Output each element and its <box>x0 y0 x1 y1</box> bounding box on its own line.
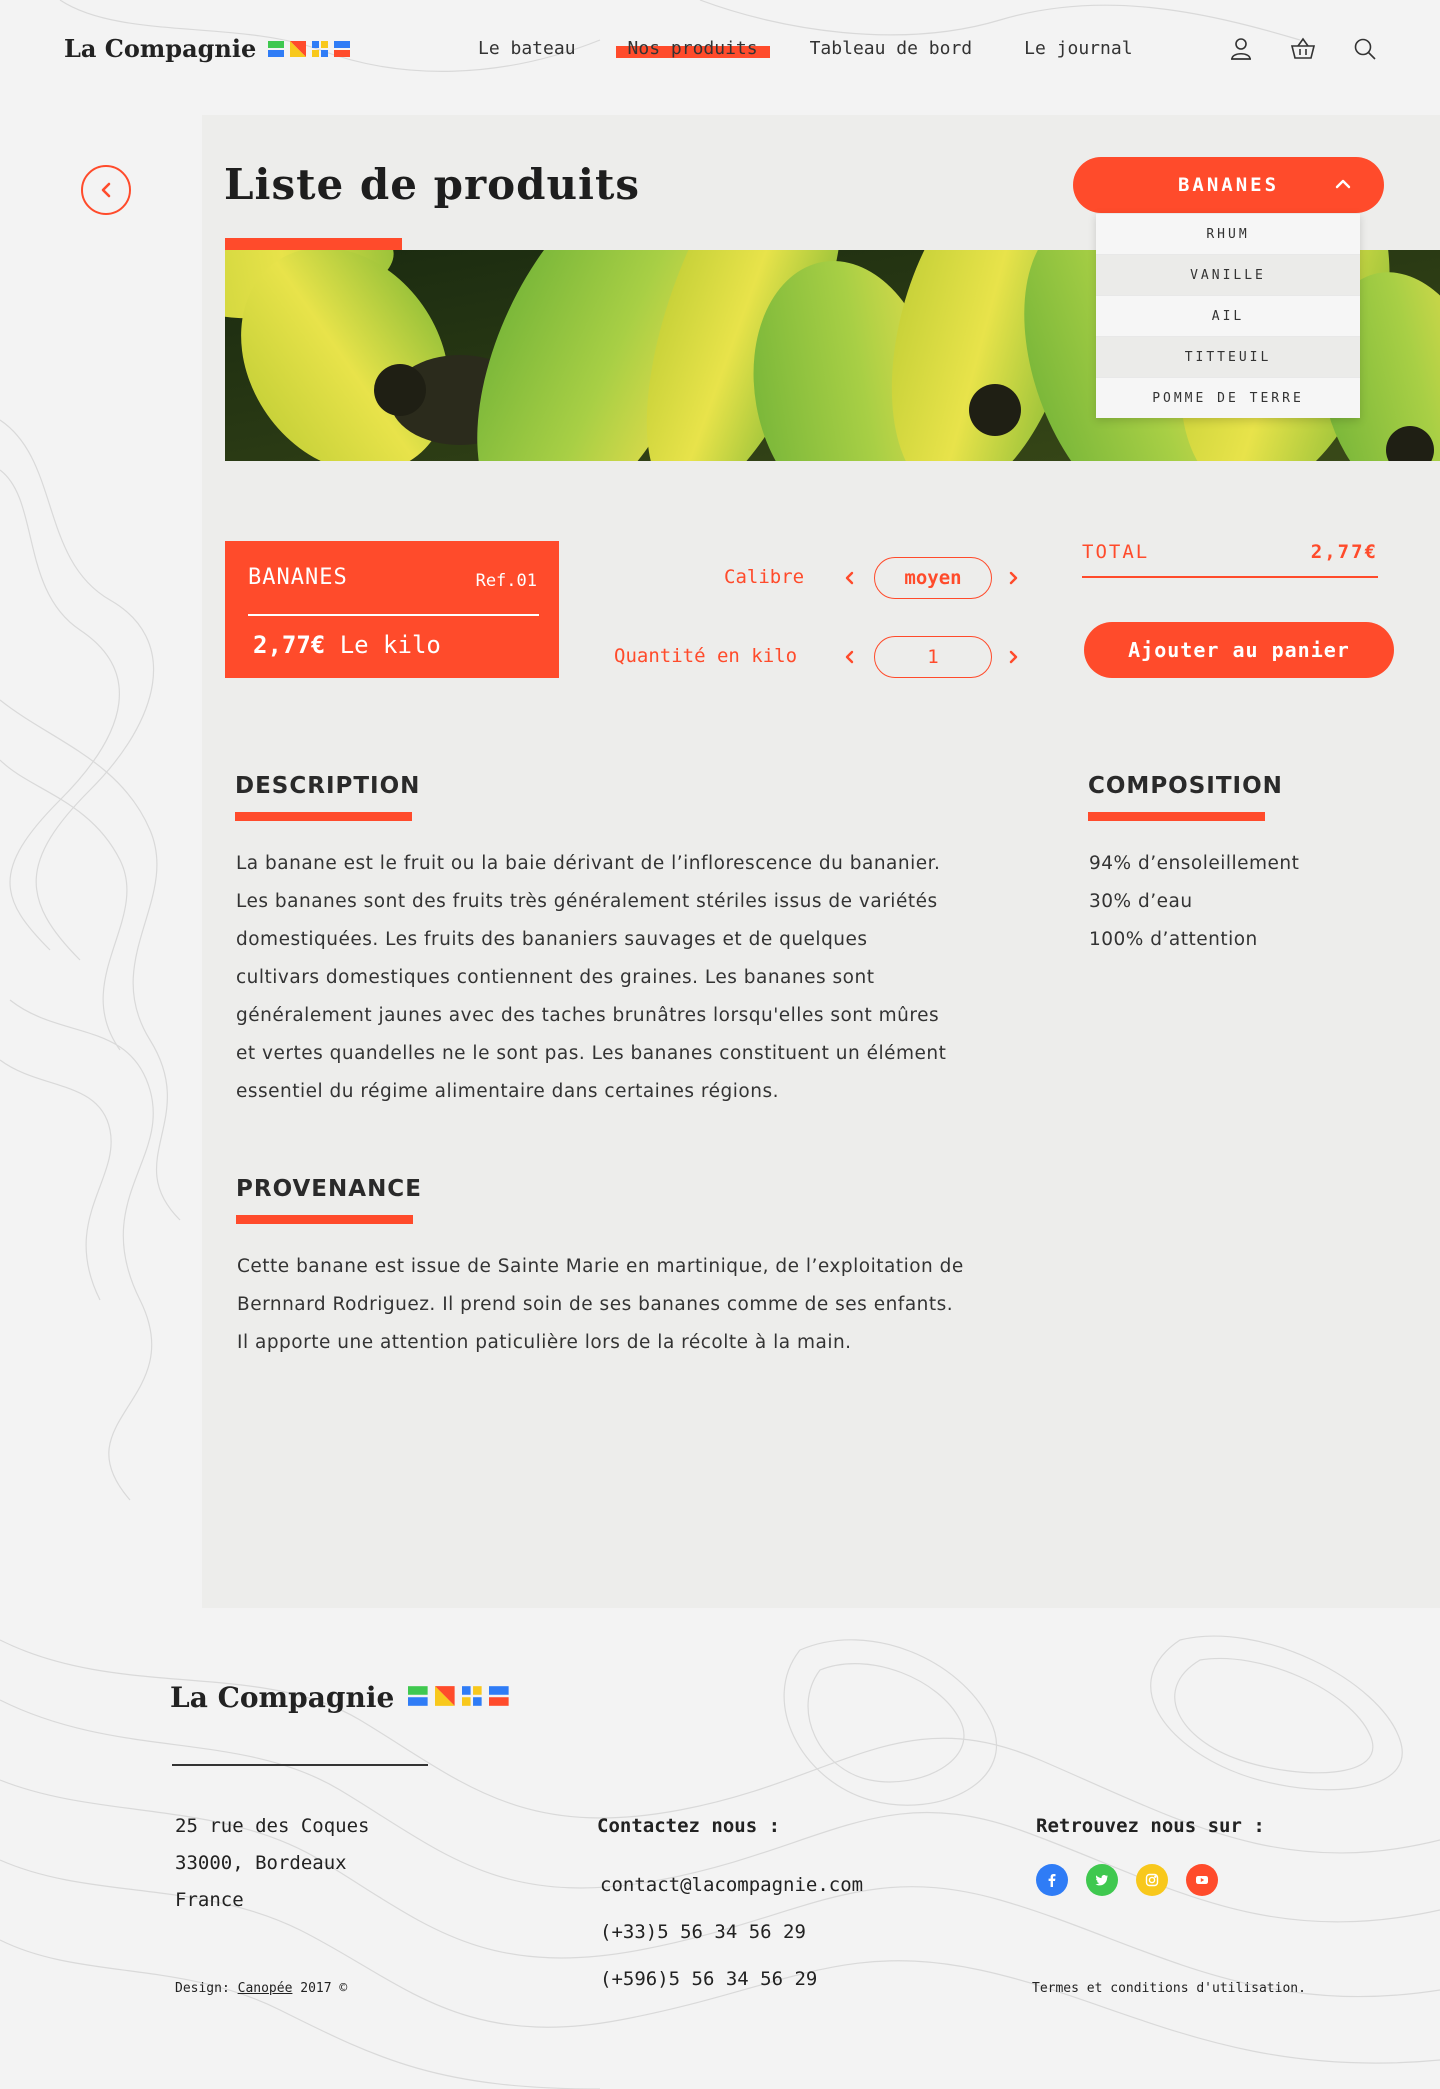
composition-list: 94% d’ensoleillement 30% d’eau 100% d’at… <box>1089 845 1299 959</box>
address-line: 33000, Bordeaux <box>175 1852 347 1874</box>
back-button[interactable] <box>81 165 131 215</box>
calibre-next-chevron-icon[interactable] <box>1006 571 1020 585</box>
add-to-cart-button[interactable]: Ajouter au panier <box>1084 622 1394 678</box>
product-card-divider <box>248 614 539 616</box>
description-underline <box>235 812 412 821</box>
product-name: BANANES <box>248 565 348 590</box>
page-title: Liste de produits <box>224 160 640 209</box>
composition-item: 30% d’eau <box>1089 891 1193 912</box>
contact-phone[interactable]: (+33)5 56 34 56 29 <box>600 1909 863 1956</box>
social-links <box>1036 1864 1218 1896</box>
dropdown-option-rhum[interactable]: RHUM <box>1096 213 1360 254</box>
calibre-label: Calibre <box>724 566 805 588</box>
facebook-icon[interactable] <box>1036 1864 1068 1896</box>
calibre-value[interactable]: moyen <box>874 557 992 599</box>
footer-logo-squares-icon <box>408 1685 516 1710</box>
product-price: 2,77€ <box>253 631 326 659</box>
total-underline <box>1082 576 1378 578</box>
composition-item: 94% d’ensoleillement <box>1089 853 1300 874</box>
chevron-left-icon <box>101 182 111 198</box>
product-price-line: 2,77€ Le kilo <box>253 631 441 659</box>
contact-email[interactable]: contact@lacompagnie.com <box>600 1862 863 1909</box>
description-title: DESCRIPTION <box>235 773 421 799</box>
composition-title: COMPOSITION <box>1088 773 1283 799</box>
product-card: BANANES Ref.01 2,77€ Le kilo <box>225 541 559 678</box>
nav-le-journal[interactable]: Le journal <box>1024 38 1132 59</box>
search-icon[interactable] <box>1352 36 1378 62</box>
description-line: Les bananes sont des fruits très général… <box>236 891 938 912</box>
description-line: domestiquées. Les fruits des bananiers s… <box>236 929 868 950</box>
nav-le-bateau[interactable]: Le bateau <box>478 38 576 59</box>
design-credit: Design: Canopée 2017 © <box>175 1981 347 1996</box>
description-text: La banane est le fruit ou la baie dériva… <box>236 845 946 1111</box>
address-line: 25 rue des Coques <box>175 1815 370 1837</box>
site-header: La Compagnie Le bateau Nos produits Tabl… <box>0 0 1440 100</box>
terms-link[interactable]: Termes et conditions d'utilisation. <box>1032 1981 1306 1996</box>
contact-title: Contactez nous : <box>597 1815 781 1837</box>
total-label: TOTAL <box>1082 541 1150 563</box>
title-underline <box>225 238 402 250</box>
provenance-line: Il apporte une attention paticulière lor… <box>237 1332 852 1353</box>
quantity-input[interactable]: 1 <box>874 636 992 678</box>
twitter-icon[interactable] <box>1086 1864 1118 1896</box>
description-line: cultivars domestiques contiennent des gr… <box>236 967 875 988</box>
main-nav: Le bateau Nos produits Tableau de bord L… <box>478 38 1185 59</box>
design-prefix: Design: <box>175 1981 238 1996</box>
nav-nos-produits[interactable]: Nos produits <box>615 38 770 59</box>
chevron-up-icon <box>1335 179 1351 189</box>
description-line: La banane est le fruit ou la baie dériva… <box>236 853 941 874</box>
basket-icon[interactable] <box>1290 36 1316 62</box>
product-dropdown-menu: RHUM VANILLE AIL TITTEUIL POMME DE TERRE <box>1096 213 1360 418</box>
quantity-decrease-chevron-icon[interactable] <box>843 650 857 664</box>
user-icon[interactable] <box>1228 36 1254 62</box>
provenance-title: PROVENANCE <box>236 1176 422 1202</box>
header-actions <box>1228 36 1378 62</box>
footer-contacts: contact@lacompagnie.com (+33)5 56 34 56 … <box>600 1862 863 2003</box>
dropdown-option-pomme-de-terre[interactable]: POMME DE TERRE <box>1096 377 1360 418</box>
composition-item: 100% d’attention <box>1089 929 1258 950</box>
product-unit: Le kilo <box>339 631 441 659</box>
instagram-icon[interactable] <box>1136 1864 1168 1896</box>
brand-name: La Compagnie <box>64 34 257 63</box>
design-link[interactable]: Canopée <box>238 1981 293 1996</box>
provenance-line: Bernnard Rodriguez. Il prend soin de ses… <box>237 1294 954 1315</box>
youtube-icon[interactable] <box>1186 1864 1218 1896</box>
nav-tableau-de-bord[interactable]: Tableau de bord <box>810 38 973 59</box>
footer-divider <box>172 1764 428 1766</box>
footer-brand-logo[interactable]: La Compagnie <box>170 1681 516 1714</box>
total-value: 2,77€ <box>1310 541 1378 563</box>
total-row: TOTAL 2,77€ <box>1082 541 1378 563</box>
brand-logo[interactable]: La Compagnie <box>64 34 356 63</box>
dropdown-option-vanille[interactable]: VANILLE <box>1096 254 1360 295</box>
provenance-line: Cette banane est issue de Sainte Marie e… <box>237 1256 964 1277</box>
product-ref: Ref.01 <box>475 571 537 591</box>
product-dropdown-button[interactable]: BANANES <box>1073 157 1384 213</box>
calibre-prev-chevron-icon[interactable] <box>843 571 857 585</box>
provenance-text: Cette banane est issue de Sainte Marie e… <box>237 1248 964 1362</box>
footer-brand-name: La Compagnie <box>170 1681 395 1714</box>
social-title: Retrouvez nous sur : <box>1036 1815 1265 1837</box>
dropdown-option-titteuil[interactable]: TITTEUIL <box>1096 336 1360 377</box>
logo-squares-icon <box>268 40 356 57</box>
address-line: France <box>175 1889 244 1911</box>
design-suffix: 2017 © <box>292 1981 348 1996</box>
dropdown-option-ail[interactable]: AIL <box>1096 295 1360 336</box>
description-line: essentiel du régime alimentaire dans cer… <box>236 1081 779 1102</box>
quantity-increase-chevron-icon[interactable] <box>1006 650 1020 664</box>
composition-underline <box>1088 812 1265 821</box>
quantity-label: Quantité en kilo <box>614 645 798 667</box>
description-line: et vertes quandelles ne le sont pas. Les… <box>236 1043 947 1064</box>
product-dropdown-selected: BANANES <box>1177 174 1280 196</box>
contact-phone[interactable]: (+596)5 56 34 56 29 <box>600 1956 863 2003</box>
provenance-underline <box>236 1215 413 1224</box>
description-line: généralement jaunes avec des taches brun… <box>236 1005 940 1026</box>
footer-address: 25 rue des Coques 33000, Bordeaux France <box>175 1808 369 1919</box>
